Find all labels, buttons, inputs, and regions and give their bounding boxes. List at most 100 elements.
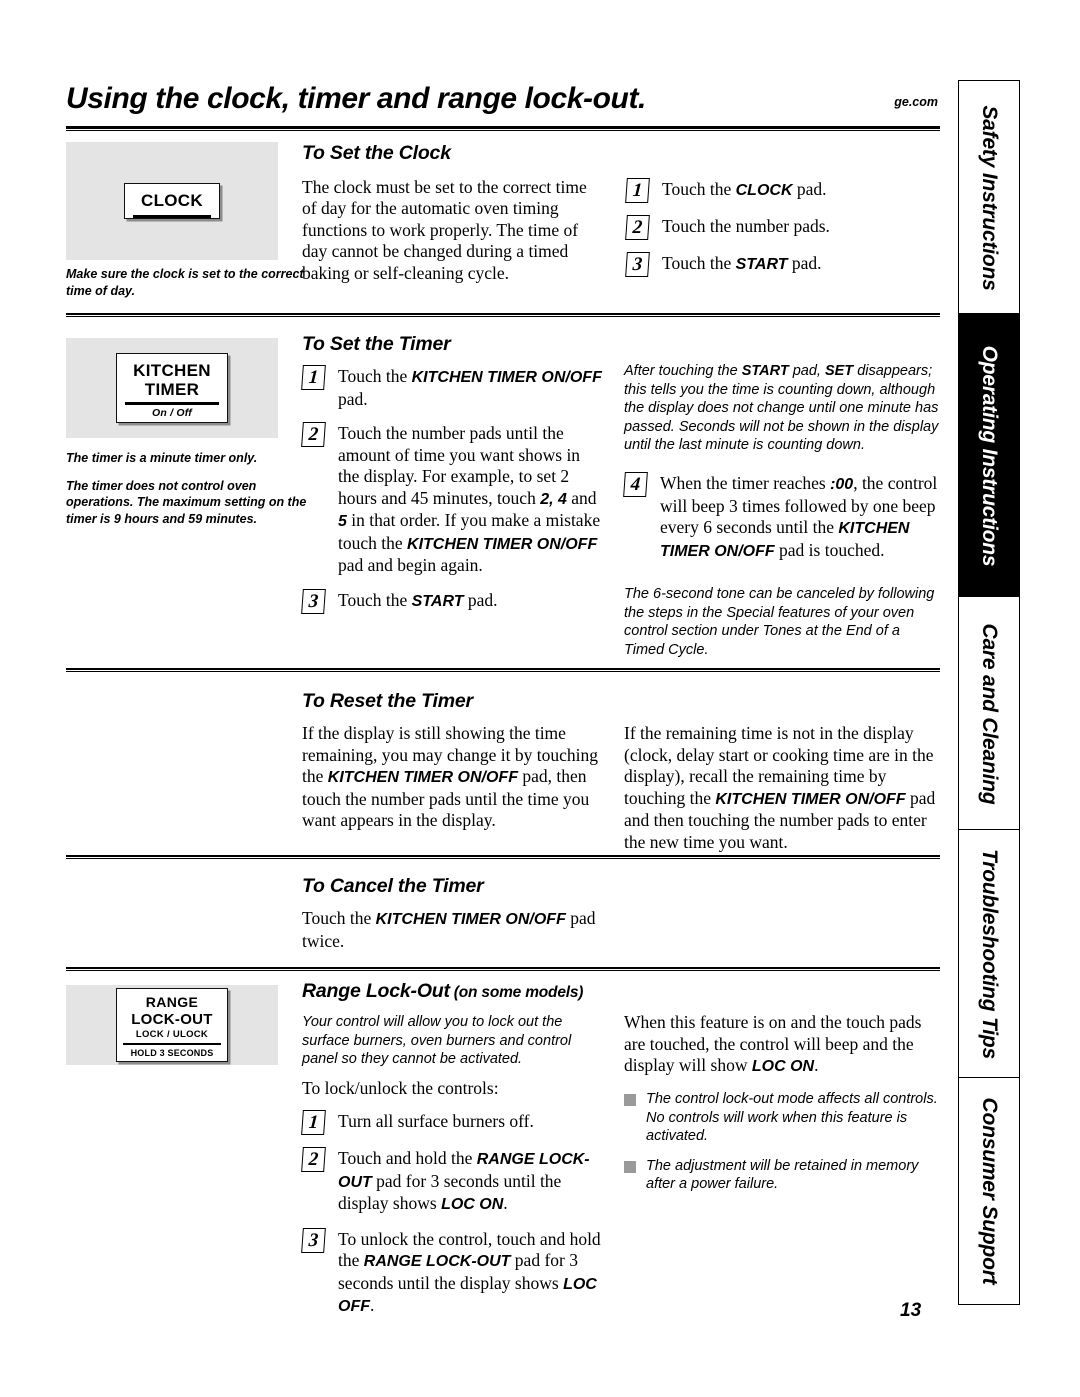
clock-caption: Make sure the clock is set to the correc…: [66, 266, 316, 310]
set-timer-note-top: After touching the START pad, SET disapp…: [624, 362, 942, 466]
range-lockout-line4: HOLD 3 SECONDS: [130, 1048, 214, 1059]
step-text: Touch the KITCHEN TIMER ON/OFF pad.: [338, 366, 602, 409]
timer-caption-2: The timer does not control oven operatio…: [66, 478, 307, 526]
step-number: 2: [301, 1147, 326, 1172]
range-lockout-pad[interactable]: RANGE LOCK-OUT LOCK / ULOCK HOLD 3 SECON…: [116, 987, 228, 1063]
step-text: Touch the number pads.: [662, 216, 830, 236]
tab-care-and-cleaning[interactable]: Care and Cleaning: [958, 596, 1020, 831]
kitchen-timer-line2: TIMER: [144, 380, 200, 400]
tab-consumer-support[interactable]: Consumer Support: [958, 1077, 1020, 1305]
set-clock-steps: 1 Touch the CLOCK pad. 2 Touch the numbe…: [625, 178, 941, 289]
set-timer-steps-right: 4 When the timer reaches :00, the contro…: [623, 472, 942, 574]
range-lockout-pad-panel: RANGE LOCK-OUT LOCK / ULOCK HOLD 3 SECON…: [66, 985, 278, 1065]
step-text: When the timer reaches :00, the control …: [660, 473, 938, 560]
kitchen-timer-pad-label: KITCHEN TIMER: [117, 354, 227, 400]
set-clock-block: To Set the Clock The clock must be set t…: [302, 142, 602, 294]
reset-timer-left: If the display is still showing the time…: [302, 723, 602, 842]
clock-pad-label: CLOCK: [141, 191, 203, 211]
set-timer-note-bottom: The 6-second tone can be canceled by fol…: [624, 585, 942, 670]
range-lockout-heading-sub: (on some models): [453, 984, 584, 1001]
cancel-timer-heading: To Cancel the Timer: [302, 875, 484, 897]
page-header: Using the clock, timer and range lock-ou…: [66, 82, 940, 130]
square-bullet-icon: [624, 1160, 636, 1173]
section-divider: [66, 855, 940, 859]
reset-timer-right-text: If the remaining time is not in the disp…: [624, 723, 936, 852]
timer-caption-1: The timer is a minute timer only.: [66, 451, 258, 465]
range-lockout-heading-main: Range Lock-Out: [302, 980, 450, 1002]
tab-label: Safety Instructions: [978, 104, 1001, 291]
step-text: Touch the START pad.: [338, 589, 498, 610]
kitchen-timer-pad-panel: KITCHEN TIMER On / Off: [66, 338, 278, 438]
header-rule: [66, 126, 940, 131]
step-number: 2: [625, 215, 650, 240]
step-text: Touch the CLOCK pad.: [662, 179, 827, 199]
section-tab-strip: Safety Instructions Operating Instructio…: [958, 80, 1020, 1305]
step-item: 3 Touch the START pad.: [301, 588, 602, 614]
site-url: ge.com: [894, 95, 938, 109]
step-number: 2: [301, 422, 326, 447]
kitchen-timer-pad-sublabel: On / Off: [152, 406, 192, 419]
step-item: 2 Touch the number pads.: [625, 215, 941, 240]
set-timer-note-top-text: After touching the START pad, SET disapp…: [624, 363, 939, 453]
step-item: 3 To unlock the control, touch and hold …: [301, 1227, 602, 1318]
manual-page: Using the clock, timer and range lock-ou…: [0, 0, 1080, 1397]
step-item: 1 Turn all surface burners off.: [301, 1110, 602, 1135]
cancel-timer-body: Touch the KITCHEN TIMER ON/OFF pad twice…: [302, 908, 612, 962]
section-divider: [66, 967, 940, 971]
tab-label: Operating Instructions: [978, 345, 1001, 566]
range-lockout-lead: To lock/unlock the controls:: [302, 1078, 602, 1110]
step-item: 1 Touch the KITCHEN TIMER ON/OFF pad.: [301, 365, 602, 410]
tab-safety-instructions[interactable]: Safety Instructions: [958, 80, 1020, 315]
range-lockout-line2: LOCK-OUT: [131, 1010, 213, 1028]
bullet-item: The control lock-out mode affects all co…: [624, 1090, 942, 1146]
range-lockout-underline: [123, 1042, 221, 1046]
step-item: 4 When the timer reaches :00, the contro…: [623, 472, 942, 562]
page-number: 13: [900, 1300, 922, 1321]
step-text: Touch and hold the RANGE LOCK-OUT pad fo…: [338, 1148, 590, 1213]
range-lockout-heading: Range Lock-Out (on some models): [302, 980, 583, 1003]
step-item: 3 Touch the START pad.: [625, 252, 941, 277]
tab-operating-instructions[interactable]: Operating Instructions: [958, 313, 1020, 598]
set-timer-note-bottom-text: The 6-second tone can be canceled by fol…: [624, 586, 935, 658]
cancel-timer-text: Touch the KITCHEN TIMER ON/OFF pad twice…: [302, 908, 596, 951]
step-number: 3: [301, 1227, 326, 1253]
step-item: 1 Touch the CLOCK pad.: [625, 178, 941, 203]
step-number: 3: [625, 252, 650, 277]
step-text: Touch the number pads until the amount o…: [338, 423, 601, 575]
kitchen-timer-line1: KITCHEN: [133, 361, 211, 381]
step-text: Turn all surface burners off.: [338, 1111, 534, 1131]
range-lockout-right-intro: When this feature is on and the touch pa…: [624, 1012, 942, 1088]
bullet-text: The control lock-out mode affects all co…: [646, 1091, 938, 1144]
range-lockout-intro: Your control will allow you to lock out …: [302, 1013, 602, 1080]
bullet-text: The adjustment will be retained in memor…: [646, 1157, 919, 1193]
clock-pad[interactable]: CLOCK: [124, 183, 220, 219]
range-lockout-lead-text: To lock/unlock the controls:: [302, 1078, 499, 1098]
step-text: To unlock the control, touch and hold th…: [338, 1228, 601, 1316]
set-clock-paragraph: The clock must be set to the correct tim…: [302, 176, 587, 283]
timer-captions: The timer is a minute timer only. The ti…: [66, 450, 316, 538]
step-number: 1: [301, 365, 326, 390]
reset-timer-heading: To Reset the Timer: [302, 690, 473, 712]
clock-caption-text: Make sure the clock is set to the correc…: [66, 267, 304, 298]
tab-troubleshooting-tips[interactable]: Troubleshooting Tips: [958, 829, 1020, 1079]
step-text: Touch the START pad.: [662, 253, 822, 273]
step-item: 2 Touch and hold the RANGE LOCK-OUT pad …: [301, 1147, 602, 1216]
step-number: 1: [625, 178, 650, 203]
clock-pad-panel: CLOCK: [66, 142, 278, 260]
range-lockout-steps: 1 Turn all surface burners off. 2 Touch …: [301, 1110, 602, 1330]
range-lockout-bullets: The control lock-out mode affects all co…: [624, 1090, 942, 1205]
range-lockout-intro-text: Your control will allow you to lock out …: [302, 1014, 572, 1067]
section-divider: [66, 313, 940, 317]
range-lockout-line1: RANGE: [145, 993, 199, 1010]
square-bullet-icon: [624, 1094, 636, 1106]
kitchen-timer-pad[interactable]: KITCHEN TIMER On / Off: [116, 353, 228, 423]
step-item: 2 Touch the number pads until the amount…: [301, 422, 602, 577]
reset-timer-right: If the remaining time is not in the disp…: [624, 723, 942, 863]
set-clock-heading: To Set the Clock: [302, 142, 451, 164]
step-number: 1: [301, 1110, 326, 1135]
range-lockout-line3: LOCK / ULOCK: [135, 1028, 209, 1040]
tab-label: Consumer Support: [978, 1097, 1001, 1285]
step-number: 4: [623, 472, 648, 497]
range-lockout-right-intro-text: When this feature is on and the touch pa…: [624, 1012, 922, 1075]
clock-pad-underline: [133, 215, 211, 218]
